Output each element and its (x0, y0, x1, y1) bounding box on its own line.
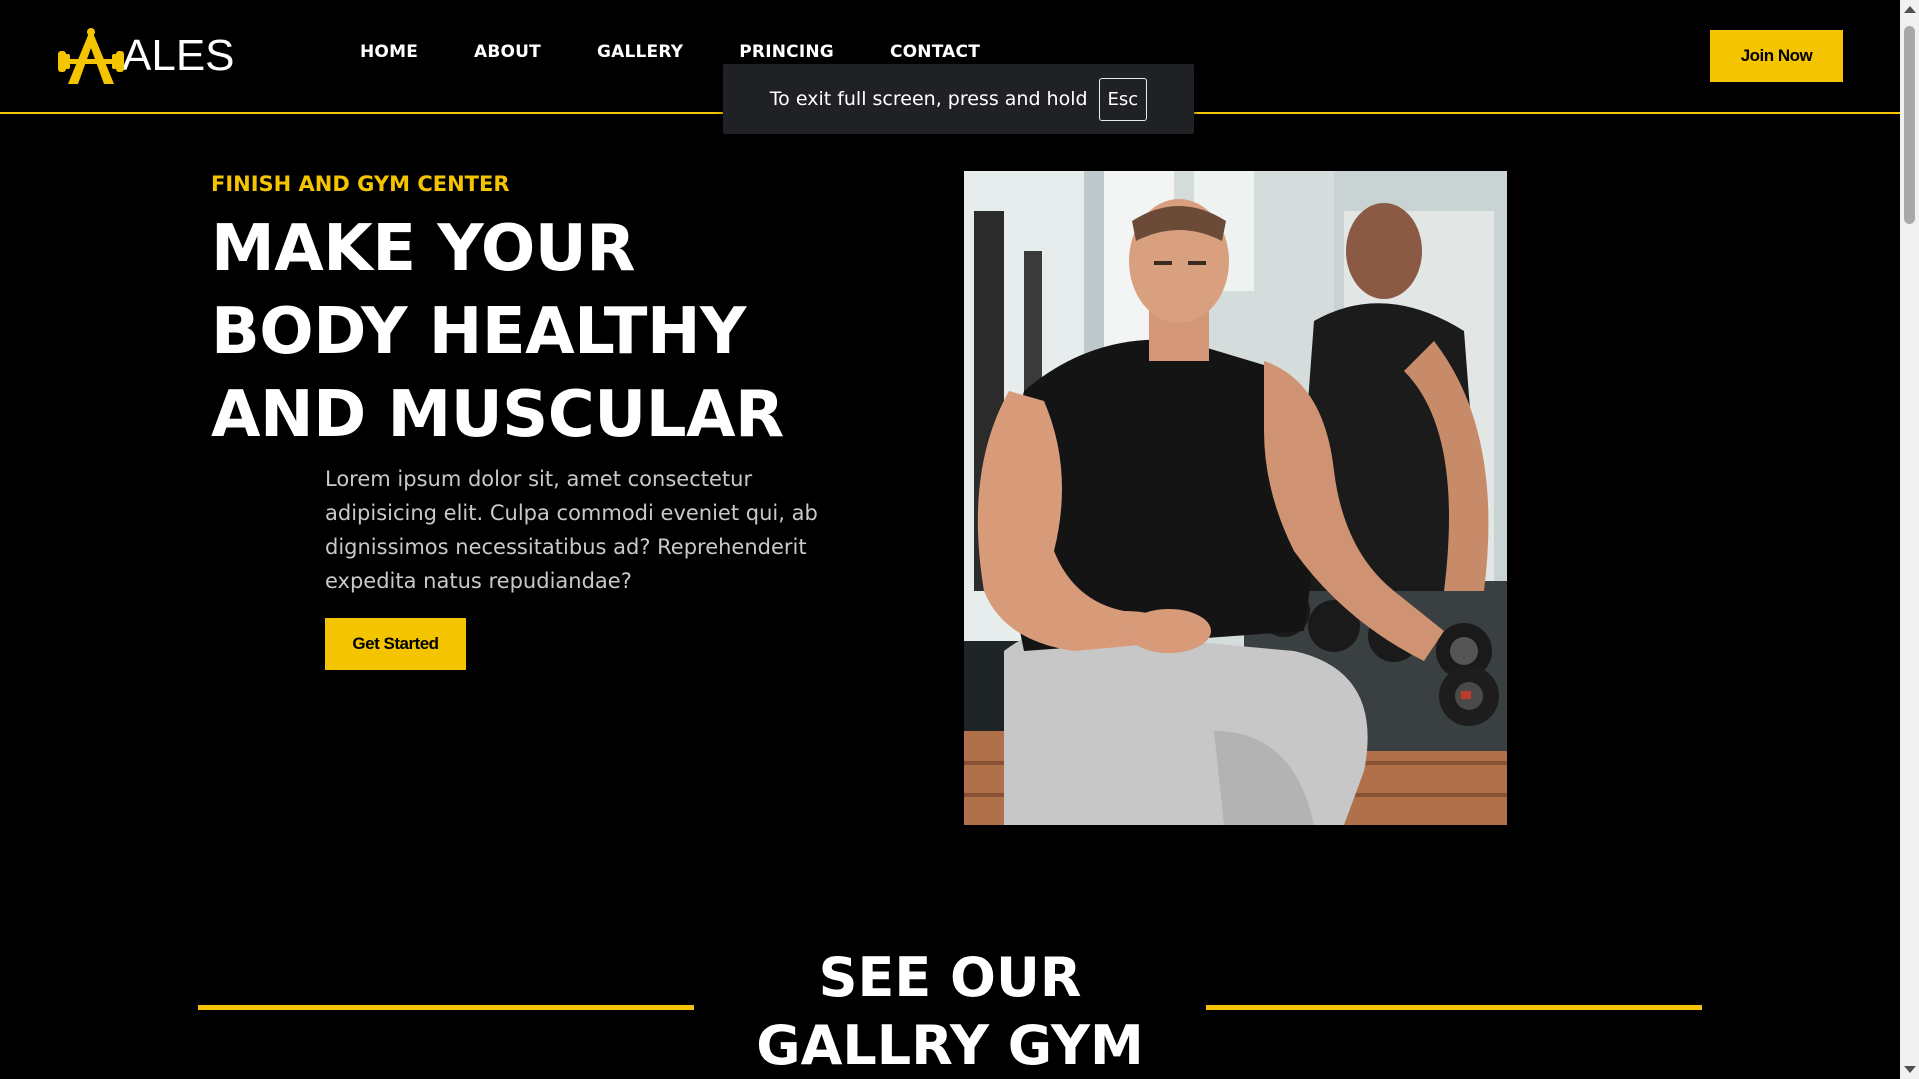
hero-title-line: BODY HEALTHY (211, 295, 746, 369)
nav-contact[interactable]: CONTACT (890, 42, 980, 62)
page-scrollbar[interactable] (1900, 0, 1919, 1079)
main-nav: HOME ABOUT GALLERY PRINCING CONTACT (360, 42, 1036, 62)
get-started-button[interactable]: Get Started (325, 618, 466, 670)
scroll-down-arrow-icon[interactable] (1904, 1066, 1916, 1073)
hero-kicker: FINISH AND GYM CENTER (211, 172, 510, 196)
fullscreen-toast-message: To exit full screen, press and hold (769, 88, 1088, 110)
hero-title-line: AND MUSCULAR (211, 378, 784, 452)
scroll-thumb[interactable] (1904, 26, 1915, 224)
fullscreen-exit-toast: To exit full screen, press and hold Esc (723, 64, 1194, 134)
nav-pricing[interactable]: PRINCING (739, 42, 834, 62)
logo-text: ALES (122, 31, 235, 80)
hero-title: MAKE YOUR BODY HEALTHY AND MUSCULAR (211, 208, 831, 457)
gallery-title-line: GALLRY GYM (756, 1014, 1144, 1077)
hero-bodybuilder-photo (964, 171, 1507, 825)
page: ALES HOME ABOUT GALLERY PRINCING CONTACT… (0, 0, 1900, 1079)
gallery-section-title: SEE OUR GALLRY GYM (700, 944, 1200, 1079)
nav-about[interactable]: ABOUT (474, 42, 541, 62)
nav-gallery[interactable]: GALLERY (597, 42, 683, 62)
bodybuilder-illustration (964, 171, 1507, 825)
gallery-title-line: SEE OUR (818, 946, 1082, 1009)
gallery-divider-right (1206, 1005, 1702, 1010)
hero-description: Lorem ipsum dolor sit, amet consectetur … (325, 467, 818, 593)
gallery-divider-left (198, 1005, 694, 1010)
scroll-up-arrow-icon[interactable] (1904, 6, 1916, 13)
dumbbell-a-logo-icon (58, 28, 124, 84)
esc-key-badge: Esc (1098, 77, 1148, 121)
hero-title-line: MAKE YOUR (211, 212, 636, 286)
nav-home[interactable]: HOME (360, 42, 418, 62)
join-now-button[interactable]: Join Now (1710, 30, 1843, 82)
logo[interactable]: ALES (56, 26, 235, 86)
